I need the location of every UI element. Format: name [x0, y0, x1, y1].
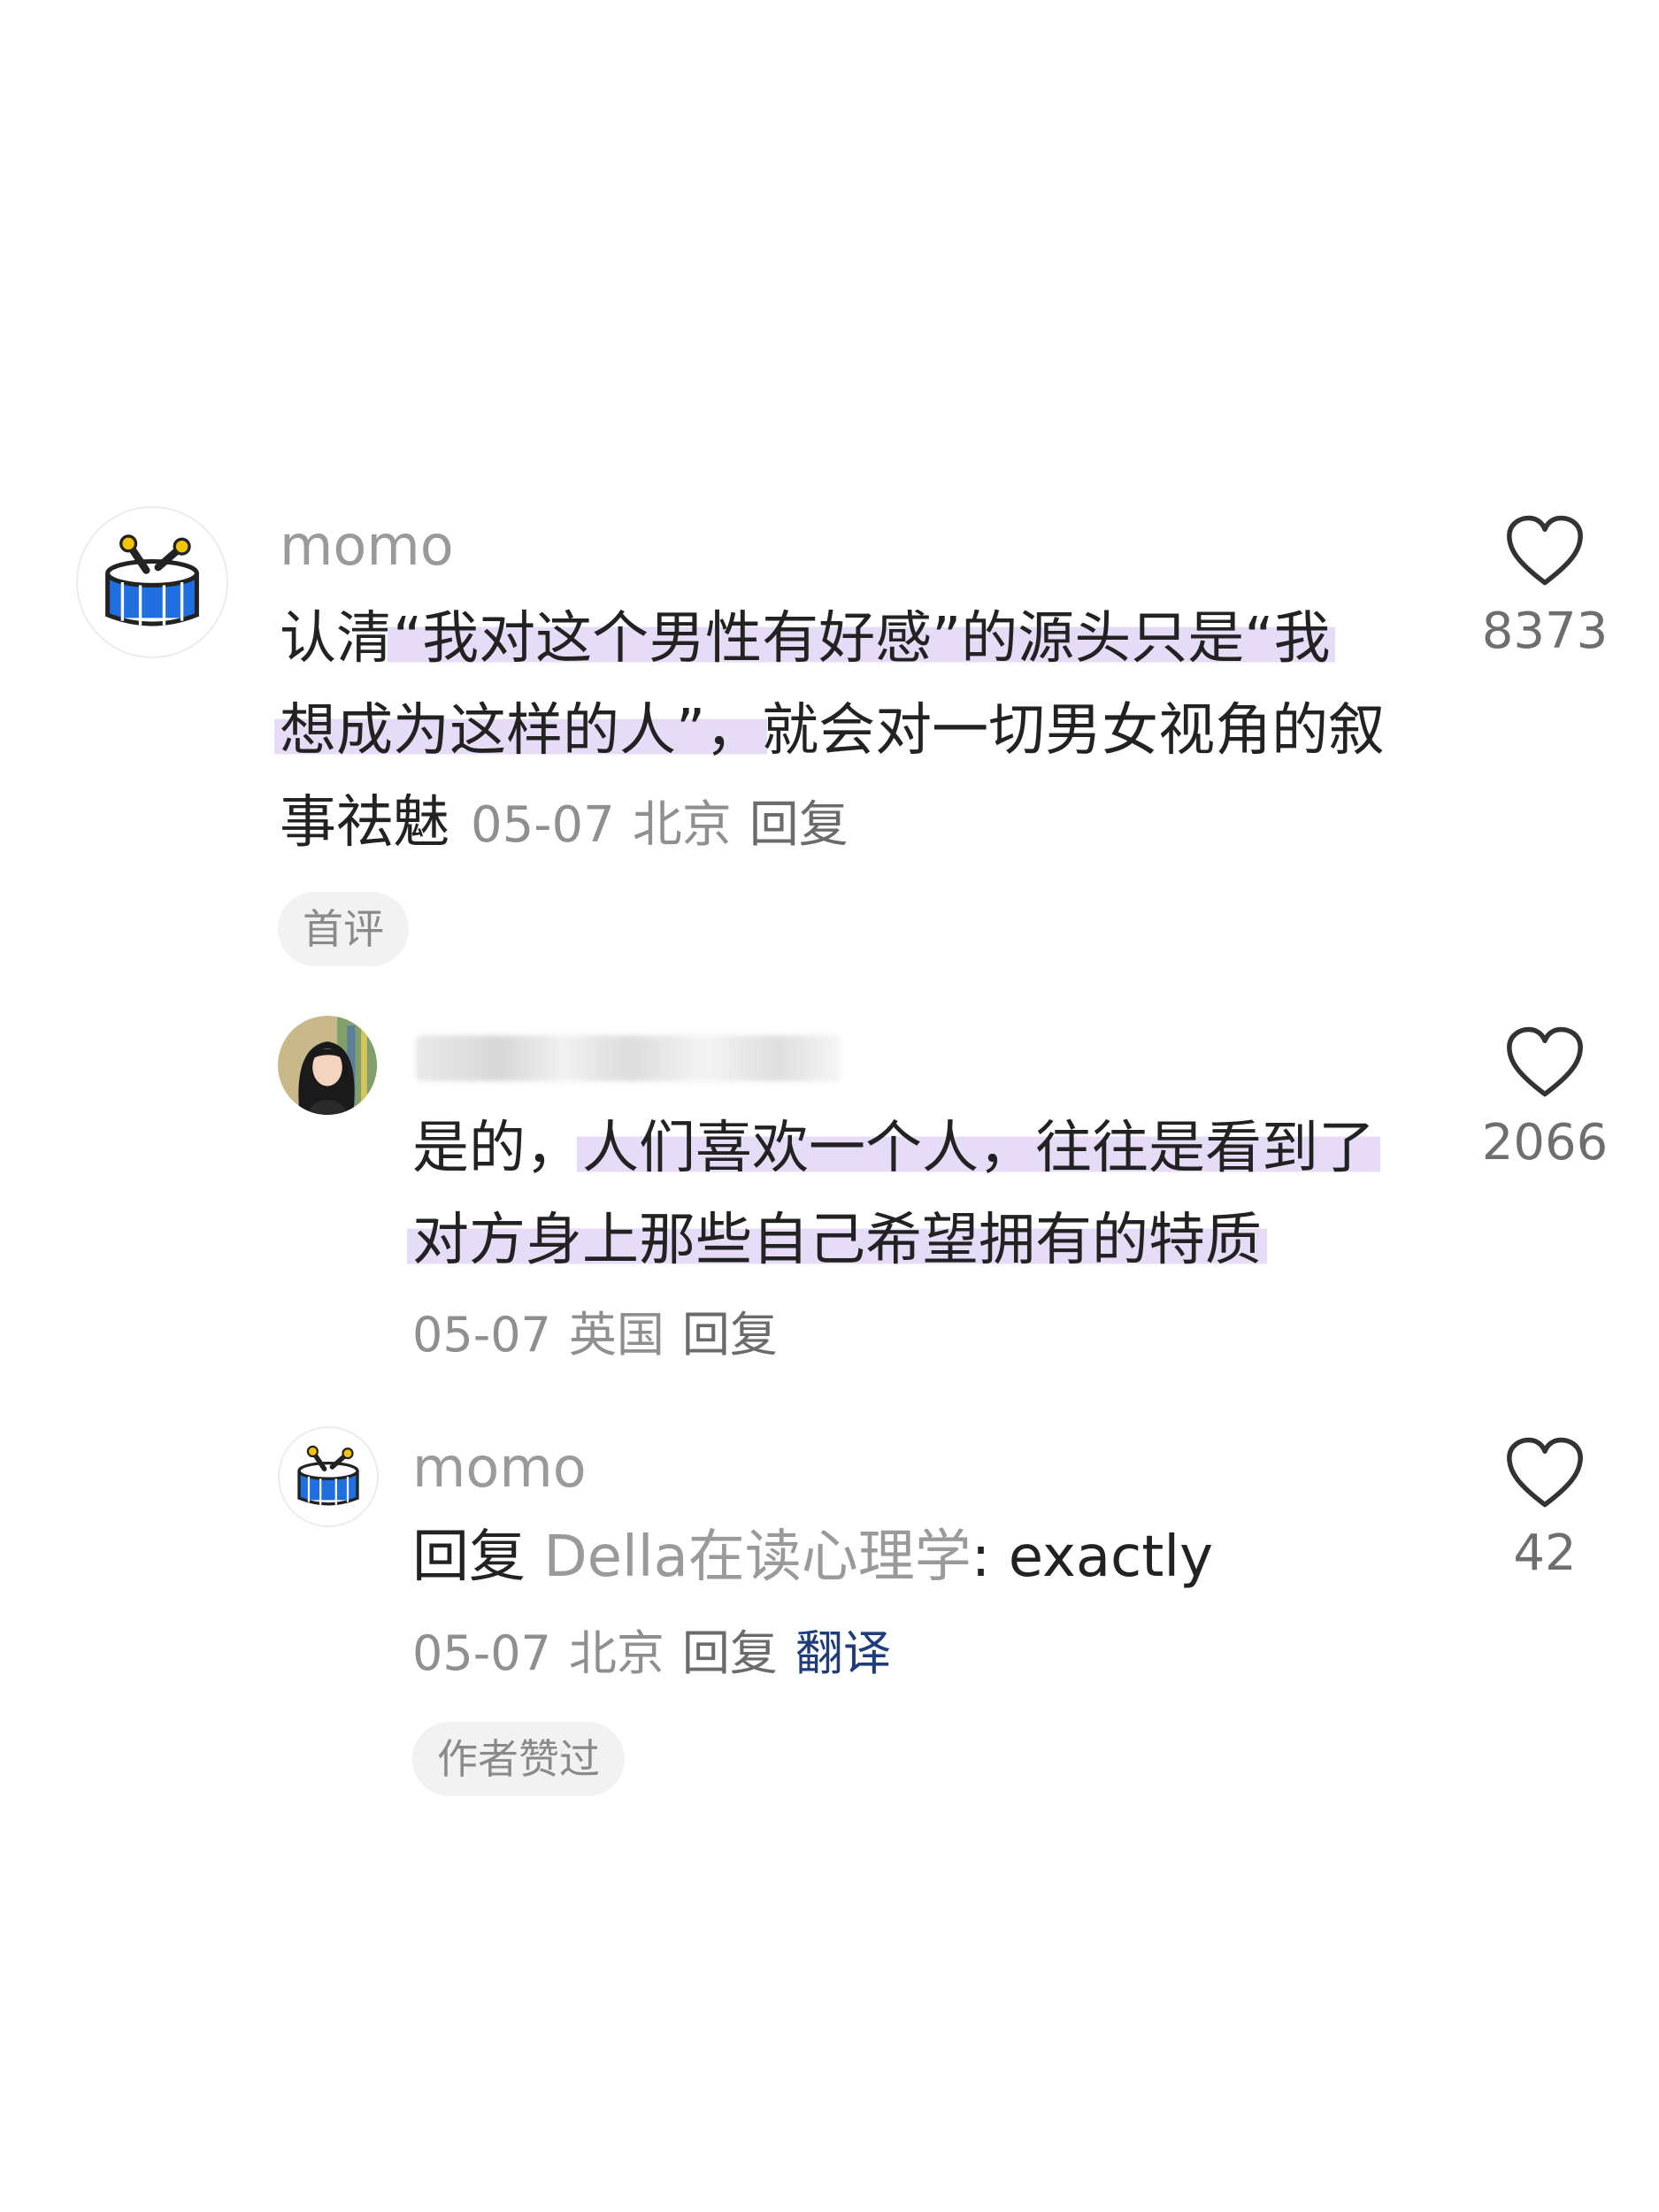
- like-button[interactable]: 42: [1456, 1435, 1633, 1578]
- avatar-momo[interactable]: [278, 1426, 379, 1527]
- comment-text: 事祛魅: [280, 790, 449, 856]
- comment-text: 是的，: [412, 1116, 582, 1181]
- comment-text-line: 回复 Della在读心理学: exactly: [412, 1511, 1213, 1603]
- comment-text: 就会对一切男女视角的叙: [762, 698, 1386, 764]
- reply-to-user[interactable]: Della在读心理学: [543, 1525, 971, 1590]
- heart-icon: [1507, 1437, 1583, 1508]
- comment-location: 北京: [568, 1625, 664, 1681]
- reply-prefix: 回复: [412, 1525, 526, 1590]
- reply-button[interactable]: 回复: [682, 1307, 778, 1363]
- comment-location: 英国: [568, 1307, 664, 1363]
- like-count: 42: [1513, 1525, 1577, 1582]
- like-button[interactable]: 2066: [1456, 1025, 1633, 1168]
- comment-location: 北京: [632, 796, 732, 854]
- avatar-user[interactable]: [278, 1016, 377, 1115]
- highlighted-text: “我对这个男性有好感”的源头只是“我: [388, 606, 1336, 672]
- highlighted-text: 人们喜欢一个人，往往是看到了: [577, 1116, 1380, 1181]
- comment-text-line: 是的，人们喜欢一个人，往往是看到了: [412, 1102, 1380, 1194]
- comment-text-line: 对方身上那些自己希望拥有的特质: [407, 1194, 1375, 1286]
- avatar-momo[interactable]: [76, 506, 228, 658]
- comment-meta: 05-07 英国 回复: [412, 1311, 778, 1359]
- drum-icon: [297, 1445, 359, 1506]
- heart-icon: [1507, 1026, 1583, 1097]
- like-count: 2066: [1481, 1114, 1609, 1171]
- reply-button[interactable]: 回复: [682, 1625, 778, 1681]
- comment-text-line: 认清“我对这个男性有好感”的源头只是“我: [280, 593, 1385, 685]
- like-button[interactable]: 8373: [1456, 513, 1633, 657]
- comment-text: : exactly: [971, 1525, 1213, 1590]
- comment-username[interactable]: momo: [412, 1440, 587, 1495]
- highlighted-text: 想成为这样的人”，: [274, 698, 768, 764]
- comment-date: 05-07: [412, 1625, 551, 1681]
- author-liked-tag: 作者赞过: [412, 1722, 625, 1796]
- comment-text-line: 事祛魅 05-07 北京 回复: [280, 777, 1385, 869]
- comment-date: 05-07: [412, 1307, 551, 1363]
- comment-text-line: 想成为这样的人”，就会对一切男女视角的叙: [274, 685, 1386, 777]
- translate-button[interactable]: 翻译: [795, 1625, 891, 1681]
- comment-meta: 05-07 北京 回复: [471, 796, 849, 854]
- comment-text: 认清: [280, 606, 393, 672]
- like-count: 8373: [1481, 603, 1609, 660]
- reply-button[interactable]: 回复: [749, 796, 849, 854]
- comment-date: 05-07: [471, 796, 615, 854]
- first-comment-tag: 首评: [278, 892, 409, 966]
- comment-body: 认清“我对这个男性有好感”的源头只是“我 想成为这样的人”，就会对一切男女视角的…: [274, 593, 1386, 869]
- comment-meta: 05-07 北京 回复 翻译: [412, 1630, 891, 1678]
- drum-icon: [105, 534, 199, 626]
- user-photo-icon: [278, 1016, 377, 1115]
- blurred-username[interactable]: [416, 1035, 841, 1081]
- comment-username[interactable]: momo: [280, 518, 454, 573]
- comment-body: 是的，人们喜欢一个人，往往是看到了 对方身上那些自己希望拥有的特质: [407, 1102, 1380, 1286]
- highlighted-text: 对方身上那些自己希望拥有的特质: [407, 1208, 1267, 1273]
- heart-icon: [1507, 515, 1583, 586]
